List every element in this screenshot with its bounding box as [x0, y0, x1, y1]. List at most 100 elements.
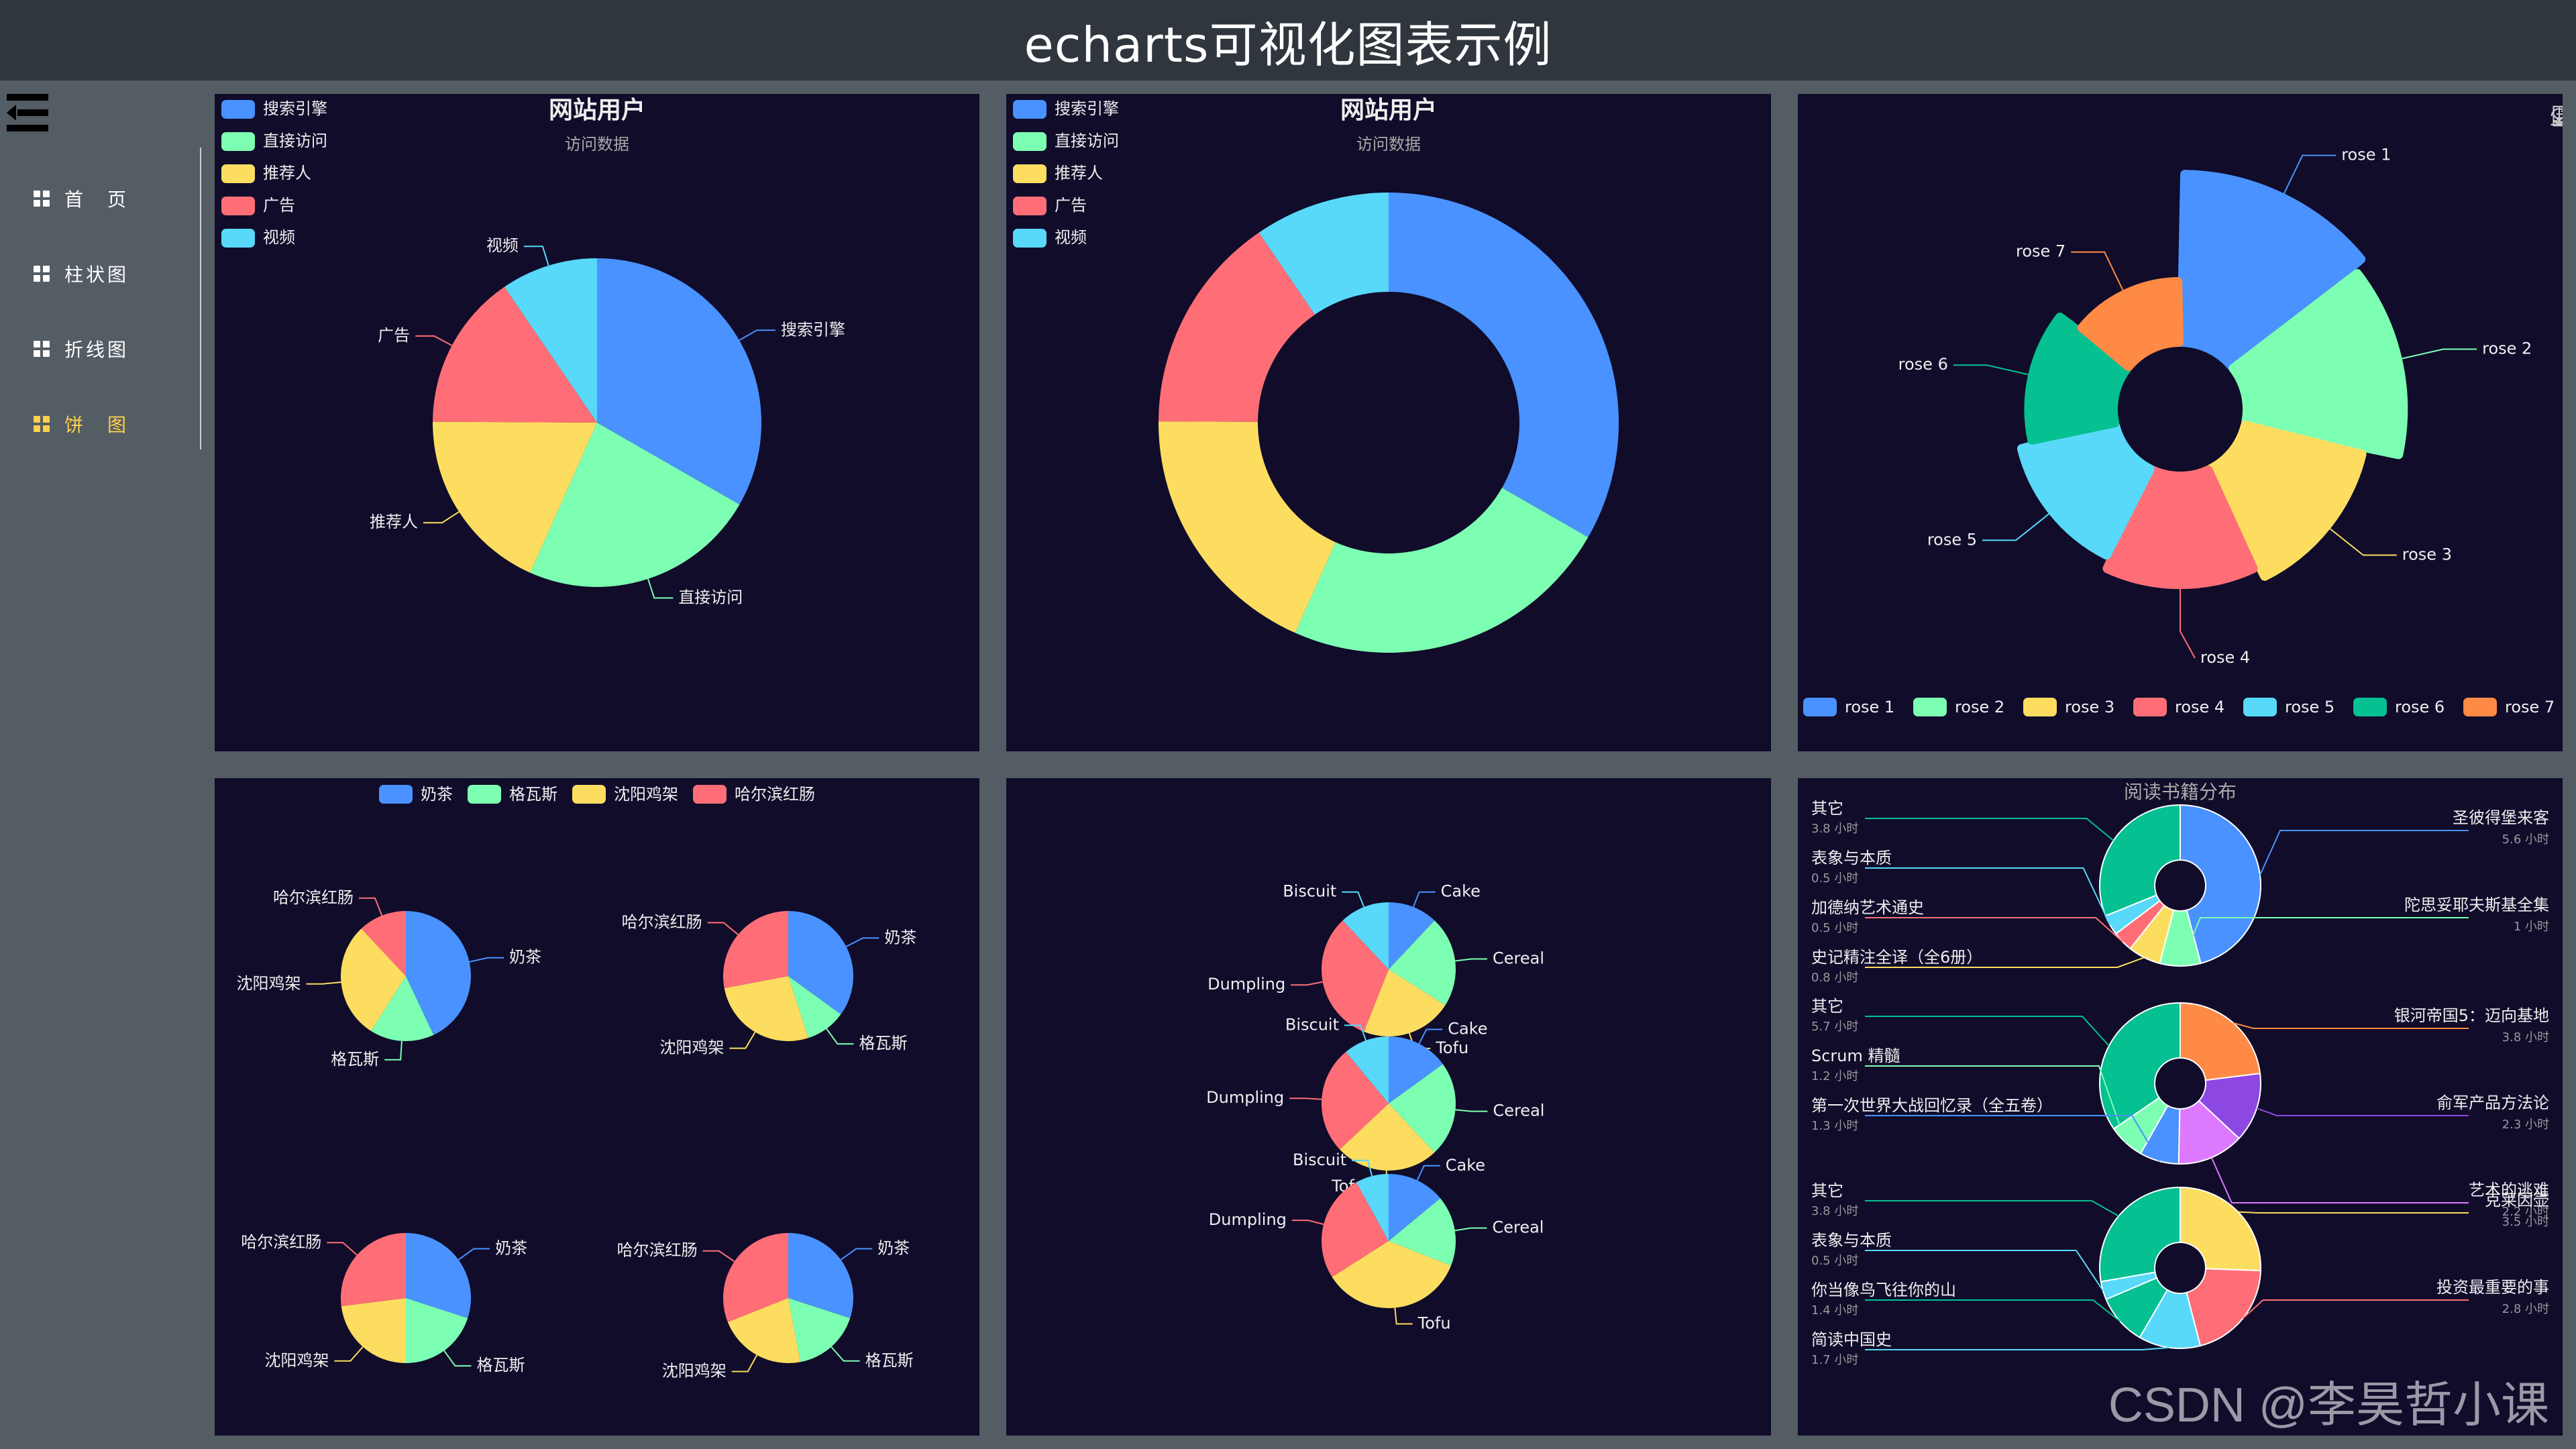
sidebar-item-bar-chart[interactable]: 柱状图 [0, 236, 199, 311]
pie-slice [2099, 804, 2181, 917]
legend-swatch [1013, 197, 1046, 215]
label-line [1394, 1307, 1413, 1325]
slice-value: 0.8 小时 [1811, 971, 1858, 985]
label-line [384, 1040, 402, 1061]
slice-label: rose 5 [1927, 530, 1977, 549]
legend-label: rose 1 [1845, 698, 1894, 716]
slice-label: Cake [1446, 1156, 1485, 1175]
legend-label: rose 5 [2285, 698, 2334, 716]
slice-value: 1.3 小时 [1811, 1119, 1858, 1133]
slice-label: 奶茶 [495, 1239, 527, 1258]
label-line [1291, 981, 1323, 986]
label-line [1291, 1220, 1324, 1226]
sidebar: 首 页 柱状图 折线图 饼 图 [0, 80, 201, 1449]
label-line [327, 1242, 358, 1256]
menu-fold-icon[interactable] [7, 94, 48, 131]
chart-subtitle: 访问数据 [1356, 135, 1421, 154]
slice-label: 奶茶 [884, 928, 916, 947]
grid-icon [34, 266, 50, 282]
slice-label: rose 6 [1898, 355, 1948, 374]
slice-label: 广告 [378, 326, 410, 345]
chart-title: 网站用户 [1340, 97, 1437, 124]
slice-label: Cereal [1493, 1102, 1544, 1120]
slice-label: 推荐人 [370, 513, 418, 531]
label-line [1289, 1097, 1322, 1100]
pie-slice [2099, 1186, 2181, 1283]
slice-value: 0.5 小时 [1811, 1254, 1858, 1268]
legend-label: 直接访问 [263, 131, 327, 150]
label-line [523, 246, 549, 266]
legend-swatch [2353, 698, 2387, 716]
label-line [1342, 891, 1365, 908]
grid-icon [34, 416, 50, 432]
legend-swatch [221, 197, 255, 215]
slice-label: 史记精注全译（全6册） [1811, 948, 1982, 967]
label-line [830, 1346, 860, 1362]
label-line [1865, 1016, 2110, 1046]
label-line [702, 1250, 735, 1263]
legend-swatch [693, 785, 727, 804]
pie-slice [1159, 421, 1336, 633]
label-line [415, 335, 453, 346]
label-line [306, 981, 341, 985]
slice-label: 哈尔滨红肠 [273, 888, 354, 907]
label-line [1455, 1109, 1488, 1112]
pie-slice [341, 1298, 406, 1363]
chart-title: 阅读书籍分布 [2124, 781, 2237, 803]
chart-canvas: 阅读书籍分布圣彼得堡来客5.6 小时陀思妥耶夫斯基全集1 小时其它3.8 小时表… [1811, 781, 2549, 1367]
slice-label: rose 4 [2200, 648, 2250, 667]
slice-label: 格瓦斯 [331, 1050, 379, 1069]
slice-value: 1 小时 [2514, 920, 2549, 934]
slice-label: Cake [1448, 1020, 1487, 1038]
label-line [739, 329, 776, 341]
chart-subtitle: 访问数据 [565, 135, 629, 154]
sidebar-menu: 首 页 柱状图 折线图 饼 图 [0, 161, 199, 462]
label-line [707, 922, 739, 935]
sidebar-item-home[interactable]: 首 页 [0, 161, 199, 236]
pie-slice [1389, 193, 1619, 537]
legend-label: rose 4 [2175, 698, 2224, 716]
slice-label: rose 1 [2341, 146, 2391, 164]
label-line [443, 1350, 472, 1367]
slice-value: 3.5 小时 [2502, 1215, 2549, 1229]
label-line [2259, 830, 2469, 876]
slice-value: 0.5 小时 [1811, 871, 1858, 885]
legend-label: 奶茶 [421, 785, 453, 804]
slice-label: Biscuit [1285, 1015, 1339, 1034]
slice-label: rose 7 [2016, 242, 2065, 261]
slice-label: 表象与本质 [1811, 849, 1892, 867]
pie-slice [2180, 1186, 2261, 1272]
slice-label: 银河帝国5：迈向基地 [2394, 1006, 2549, 1025]
label-line [1865, 1346, 2169, 1350]
slice-label: 格瓦斯 [476, 1356, 525, 1375]
slice-value: 1.2 小时 [1811, 1069, 1858, 1083]
slice-label: 格瓦斯 [859, 1034, 907, 1053]
legend-label: 哈尔滨红肠 [735, 785, 815, 804]
label-line [1865, 818, 2114, 841]
sidebar-item-pie-chart[interactable]: 饼 图 [0, 386, 199, 462]
sidebar-item-line-chart[interactable]: 折线图 [0, 311, 199, 386]
slice-value: 3.8 小时 [2502, 1030, 2549, 1044]
legend-swatch [2133, 698, 2167, 716]
legend-swatch [221, 100, 255, 119]
save-image-icon[interactable] [2548, 105, 2563, 127]
legend-label: 搜索引擎 [263, 99, 327, 118]
slice-value: 3.8 小时 [1811, 1204, 1858, 1218]
label-line [2210, 1157, 2469, 1203]
slice-label: 其它 [1811, 799, 1843, 818]
grid-icon [34, 191, 50, 207]
label-line [458, 1248, 490, 1260]
legend-label: 广告 [1055, 196, 1087, 215]
label-line [731, 1354, 758, 1373]
page-title: echarts可视化图表示例 [1024, 16, 1552, 73]
legend-label: 视频 [263, 228, 295, 247]
legend-swatch [572, 785, 606, 804]
legend-swatch [1013, 164, 1046, 183]
slice-label: 奶茶 [509, 948, 541, 967]
slice-label: Tofu [1435, 1038, 1468, 1057]
label-line [358, 897, 383, 916]
slice-label: Cereal [1493, 949, 1544, 967]
legend-swatch [2243, 698, 2277, 716]
legend-label: 搜索引擎 [1055, 99, 1119, 118]
label-line [840, 1248, 873, 1260]
